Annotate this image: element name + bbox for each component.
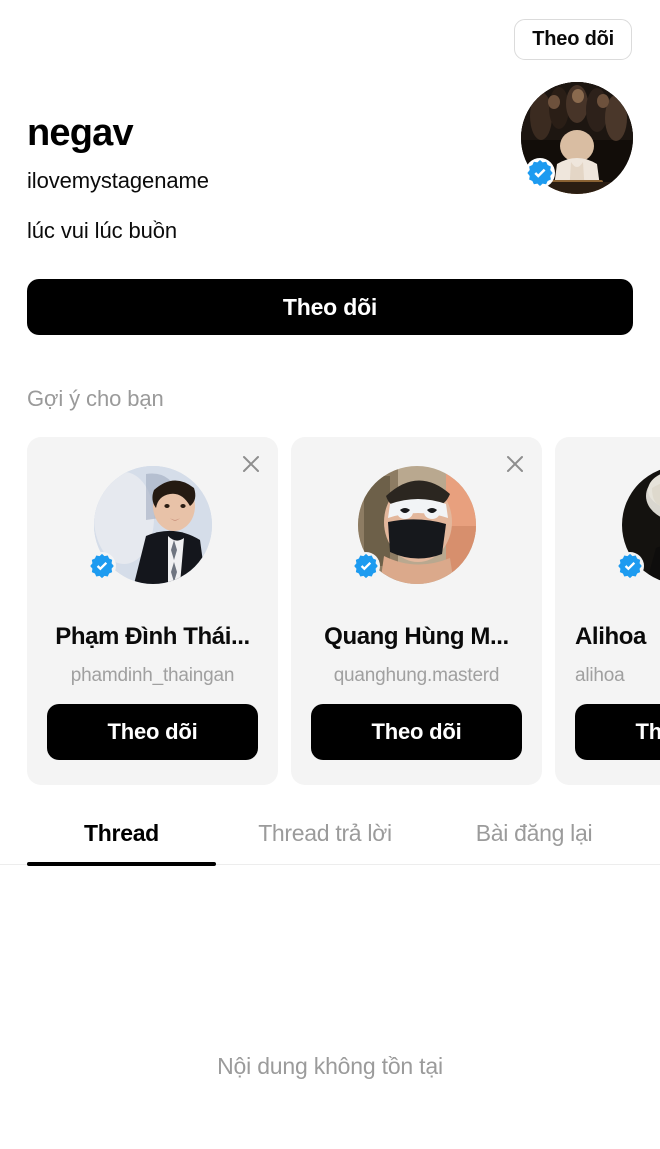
- suggestion-card[interactable]: Quang Hùng M... quanghung.masterd Theo d…: [291, 437, 542, 785]
- suggestion-handle: quanghung.masterd: [333, 665, 500, 686]
- close-icon[interactable]: [238, 451, 264, 477]
- suggestion-cards-carousel[interactable]: Phạm Đình Thái... phamdinh_thaingan Theo…: [27, 437, 660, 785]
- close-icon[interactable]: [502, 451, 528, 477]
- suggestion-name: Alihoa: [575, 623, 646, 650]
- tab-reposts[interactable]: Bài đăng lại: [434, 812, 634, 865]
- active-tab-indicator: [27, 862, 216, 866]
- avatar[interactable]: [615, 466, 660, 584]
- verified-badge-icon: [351, 552, 380, 580]
- suggestion-name: Phạm Đình Thái...: [55, 623, 250, 650]
- verified-badge-icon: [525, 158, 555, 188]
- tab-thread[interactable]: Thread: [27, 812, 216, 865]
- suggestion-name: Quang Hùng M...: [324, 623, 509, 650]
- verified-badge-icon: [615, 552, 644, 580]
- suggestion-follow-button[interactable]: Theo dõi: [311, 704, 522, 760]
- suggestion-card[interactable]: Phạm Đình Thái... phamdinh_thaingan Theo…: [27, 437, 278, 785]
- verified-badge-icon: [87, 552, 116, 580]
- topbar-follow-button[interactable]: Theo dõi: [514, 19, 632, 60]
- avatar[interactable]: [521, 82, 633, 194]
- suggestion-card[interactable]: Alihoa alihoa Theo dõi: [555, 437, 660, 785]
- suggestion-follow-button[interactable]: Theo dõi: [575, 704, 660, 760]
- tab-thread-replies[interactable]: Thread trả lời: [216, 812, 434, 865]
- follow-button[interactable]: Theo dõi: [27, 279, 633, 335]
- avatar[interactable]: [87, 466, 212, 584]
- profile-bio: lúc vui lúc buồn: [27, 218, 178, 243]
- avatar[interactable]: [351, 466, 476, 584]
- suggestions-title: Gợi ý cho bạn: [27, 386, 164, 411]
- top-bar: Theo dõi: [0, 0, 660, 72]
- suggestion-follow-button[interactable]: Theo dõi: [47, 704, 258, 760]
- suggestion-handle: phamdinh_thaingan: [70, 665, 235, 686]
- profile-header: negav ilovemystagename lúc vui lúc buồn: [27, 82, 633, 242]
- suggestion-handle: alihoa: [575, 665, 625, 686]
- empty-state-message: Nội dung không tồn tại: [217, 1053, 443, 1079]
